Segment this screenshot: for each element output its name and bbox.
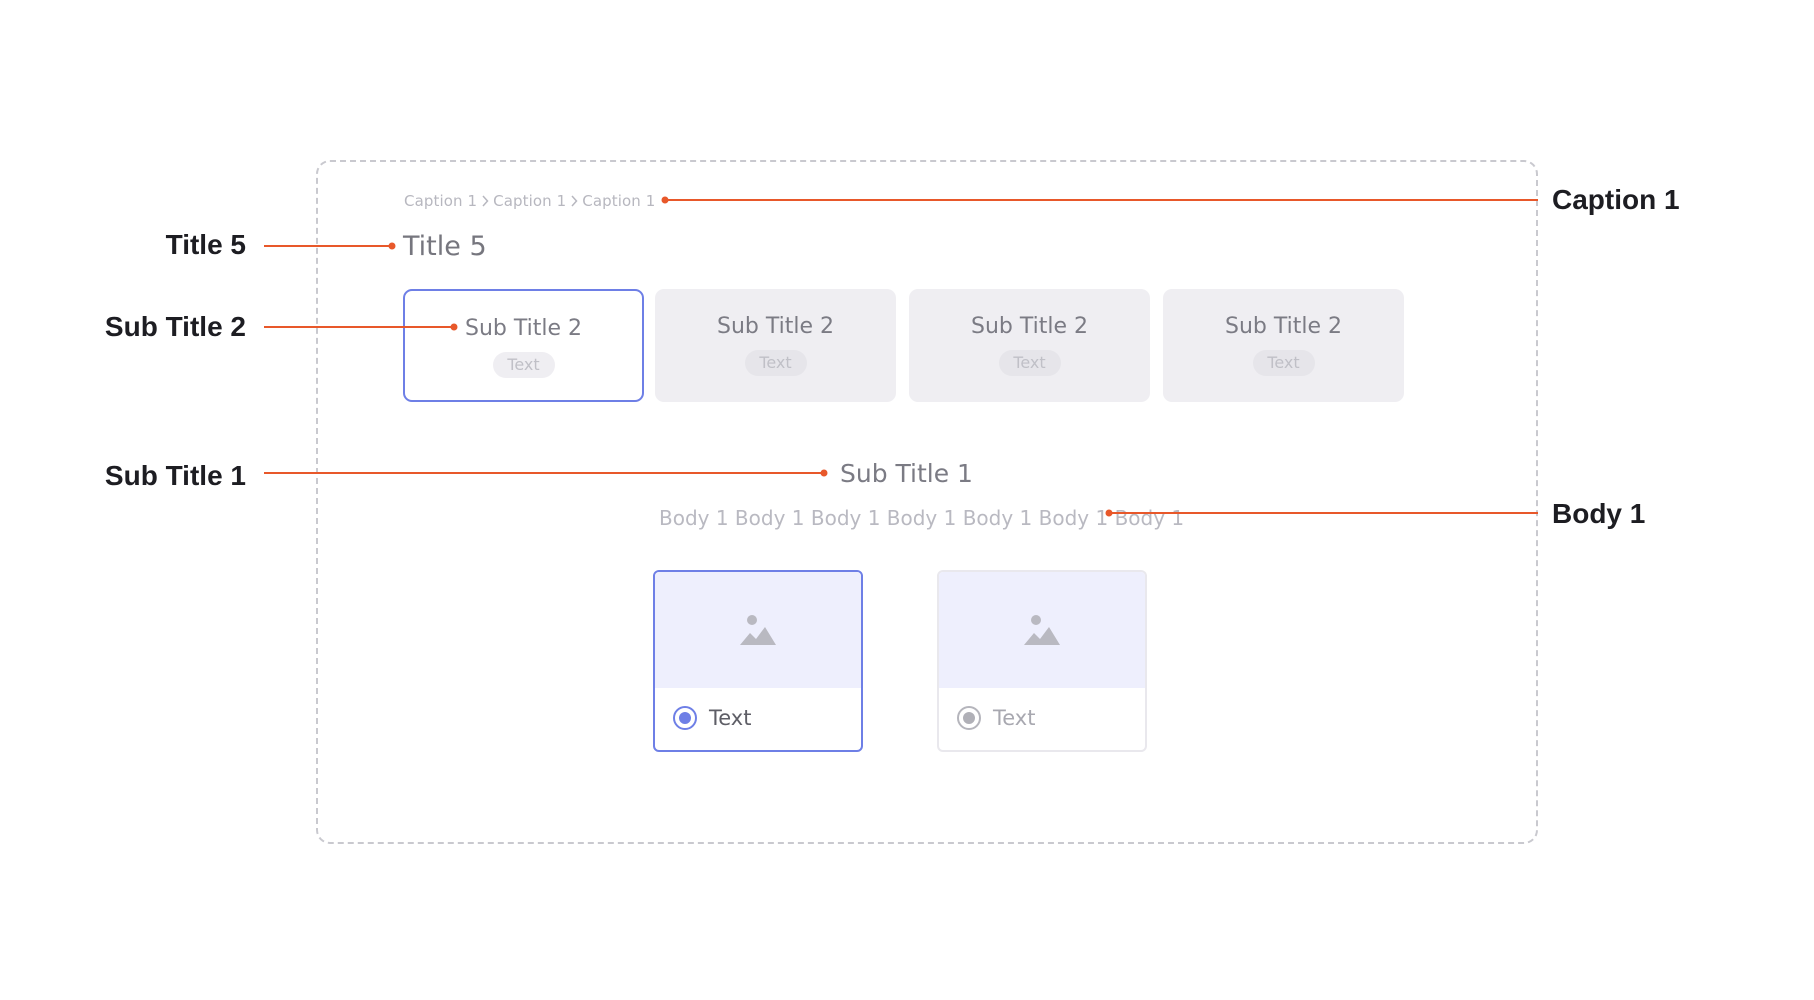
option-label: Text [709,706,752,730]
option-thumbnail [939,572,1145,688]
chevron-right-icon [568,193,580,209]
tab-card-4[interactable]: Sub Title 2 Text [1163,289,1404,402]
image-placeholder-icon [1024,615,1060,645]
tab-card-2[interactable]: Sub Title 2 Text [655,289,896,402]
radio-button[interactable] [673,706,697,730]
annotation-sub-title-1: Sub Title 1 [104,460,246,491]
option-row: Text [673,706,751,730]
tab-title: Sub Title 2 [970,314,1088,339]
tab-badge: Text [492,352,555,378]
mockup-frame [316,160,1538,844]
tab-title: Sub Title 2 [716,314,834,339]
annotation-sub-title-2: Sub Title 2 [104,311,246,342]
annotation-caption: Caption 1 [1552,184,1680,215]
radio-button[interactable] [957,706,981,730]
annotation-title: Title 5 [165,229,246,260]
option-row: Text [957,706,1035,730]
page-title: Title 5 [403,231,487,262]
section-body: Body 1 Body 1 Body 1 Body 1 Body 1 Body … [659,506,1185,530]
option-thumbnail [655,572,861,688]
tab-badge: Text [744,350,807,376]
breadcrumb: Caption 1 Caption 1 Caption 1 [404,190,655,212]
section-title: Sub Title 1 [840,459,973,488]
tab-card-1[interactable]: Sub Title 2 Text [403,289,644,402]
breadcrumb-item[interactable]: Caption 1 [493,192,566,210]
tab-badge: Text [1252,350,1315,376]
annotation-body: Body 1 [1552,498,1646,529]
option-card-1[interactable]: Text [653,570,863,752]
tab-badge: Text [998,350,1061,376]
chevron-right-icon [479,193,491,209]
image-placeholder-icon [740,615,776,645]
option-card-2[interactable]: Text [937,570,1147,752]
breadcrumb-item[interactable]: Caption 1 [404,192,477,210]
tab-card-3[interactable]: Sub Title 2 Text [909,289,1150,402]
tab-title: Sub Title 2 [464,316,582,341]
option-label: Text [993,706,1036,730]
breadcrumb-item[interactable]: Caption 1 [582,192,655,210]
tab-title: Sub Title 2 [1224,314,1342,339]
